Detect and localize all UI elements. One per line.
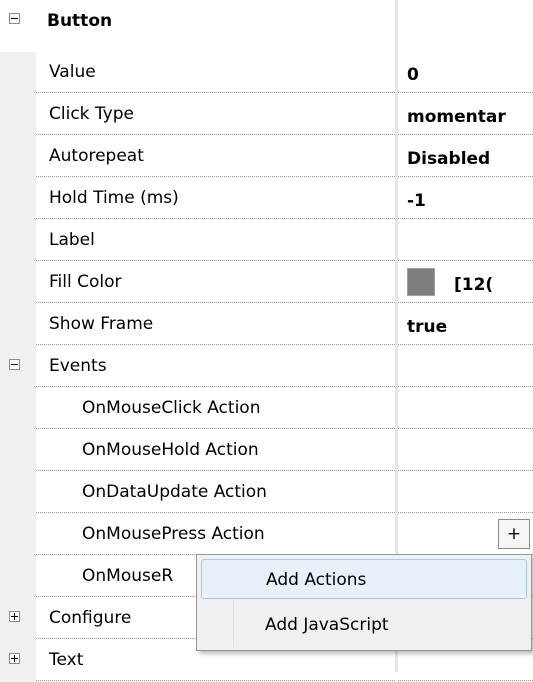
category-label-configure: Configure xyxy=(49,608,132,628)
property-row-fill-color[interactable]: Fill Color [12( xyxy=(0,262,533,304)
category-label-events: Events xyxy=(49,356,107,376)
menu-item-label: Add JavaScript xyxy=(265,615,389,635)
add-action-button[interactable]: + xyxy=(498,519,530,549)
color-swatch[interactable] xyxy=(407,268,435,296)
event-row[interactable]: OnMouseClick Action xyxy=(0,388,533,430)
property-row-hold-time[interactable]: Hold Time (ms) -1 xyxy=(0,178,533,220)
event-name: OnDataUpdate Action xyxy=(82,482,267,502)
collapse-icon[interactable] xyxy=(9,359,20,370)
property-name: Fill Color xyxy=(49,272,122,292)
event-name: OnMousePress Action xyxy=(82,524,265,544)
property-row-autorepeat[interactable]: Autorepeat Disabled xyxy=(0,136,533,178)
property-name: Show Frame xyxy=(49,314,154,334)
event-name: OnMouseHold Action xyxy=(82,440,259,460)
property-value[interactable]: true xyxy=(407,317,447,337)
category-row-button[interactable]: Button xyxy=(0,0,533,42)
property-value[interactable]: Disabled xyxy=(407,149,490,169)
event-row[interactable]: OnMouseHold Action xyxy=(0,430,533,472)
category-row-events[interactable]: Events xyxy=(0,346,533,388)
property-name: Hold Time (ms) xyxy=(49,188,179,208)
menu-item-add-actions[interactable]: Add Actions xyxy=(201,559,527,599)
property-value[interactable]: -1 xyxy=(407,191,426,211)
property-name: Label xyxy=(49,230,95,250)
property-row-value[interactable]: Value 0 xyxy=(0,52,533,94)
property-row-label[interactable]: Label xyxy=(0,220,533,262)
menu-item-label: Add Actions xyxy=(266,570,367,590)
property-name: Click Type xyxy=(49,104,134,124)
event-name: OnMouseClick Action xyxy=(82,398,261,418)
collapse-icon[interactable] xyxy=(9,13,20,24)
property-value[interactable]: 0 xyxy=(407,65,419,85)
expand-icon[interactable] xyxy=(9,611,20,622)
property-row-show-frame[interactable]: Show Frame true xyxy=(0,304,533,346)
property-value[interactable]: [12( xyxy=(454,275,493,295)
event-row-selected[interactable]: OnMousePress Action xyxy=(0,514,533,556)
property-row-click-type[interactable]: Click Type momentar xyxy=(0,94,533,136)
event-row[interactable]: OnDataUpdate Action xyxy=(0,472,533,514)
property-value[interactable]: momentar xyxy=(407,107,506,127)
menu-item-add-javascript[interactable]: Add JavaScript xyxy=(201,605,527,645)
event-name: OnMouseR xyxy=(82,566,174,586)
property-name: Autorepeat xyxy=(49,146,144,166)
category-label-text: Text xyxy=(49,650,84,670)
context-menu: Add Actions Add JavaScript xyxy=(196,554,532,651)
property-name: Value xyxy=(49,62,96,82)
expand-icon[interactable] xyxy=(9,653,20,664)
category-label-button: Button xyxy=(47,11,113,31)
